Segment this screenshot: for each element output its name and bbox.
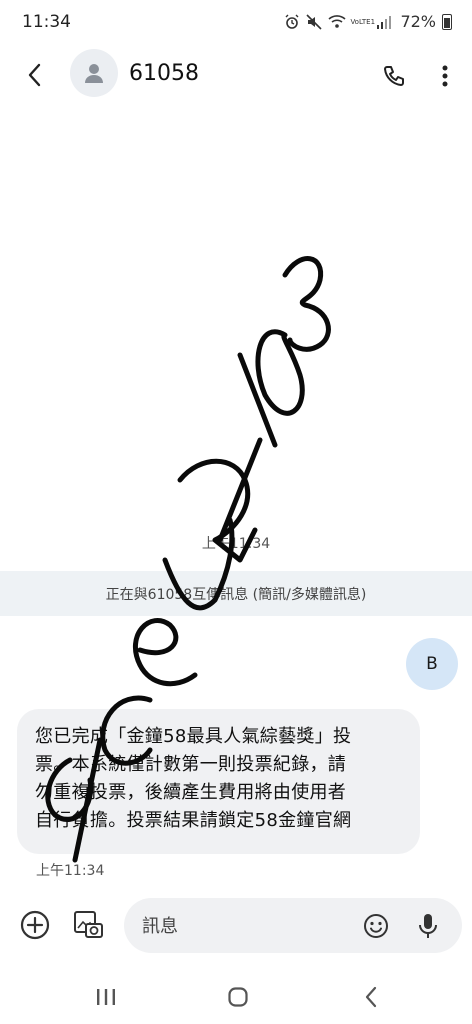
conversation-info-banner: 正在與61058互傳訊息 (簡訊/多媒體訊息) — [0, 571, 472, 616]
avatar[interactable] — [70, 49, 118, 97]
more-options-button[interactable] — [432, 60, 458, 92]
battery-percent: 72% — [400, 12, 436, 31]
home-button[interactable] — [224, 983, 252, 1011]
recent-apps-button[interactable] — [92, 983, 120, 1011]
nav-back-icon — [365, 986, 377, 1008]
alarm-icon — [284, 14, 300, 30]
message-input-box — [124, 898, 462, 953]
status-icons: VoLTE1 72% — [284, 12, 452, 31]
contact-name: 61058 — [129, 61, 199, 86]
add-circle-icon — [20, 910, 50, 940]
sent-message-text: B — [426, 654, 438, 674]
more-vert-icon — [442, 65, 448, 87]
call-button[interactable] — [378, 60, 410, 92]
status-time: 11:34 — [22, 12, 71, 32]
phone-icon — [384, 66, 404, 86]
received-message-time: 上午11:34 — [36, 863, 105, 879]
home-icon — [228, 987, 248, 1007]
status-bar: 11:34 VoLTE1 72% — [0, 0, 472, 44]
message-composer — [0, 895, 472, 955]
wifi-icon — [328, 14, 346, 30]
back-button[interactable] — [20, 60, 50, 90]
received-message-line: 勿重複投票，後續產生費用將由使用者 — [35, 782, 347, 803]
recent-apps-icon — [97, 989, 115, 1005]
nav-back-button[interactable] — [357, 983, 385, 1011]
mute-icon — [306, 13, 323, 30]
voice-input-button[interactable] — [412, 910, 444, 942]
conversation-header: 61058 — [0, 46, 472, 106]
system-navigation-bar — [0, 975, 472, 1020]
attach-button[interactable] — [19, 909, 51, 941]
emoji-button[interactable] — [360, 910, 392, 942]
volte-label: VoLTE1 — [350, 17, 376, 26]
gallery-camera-icon — [74, 911, 103, 938]
person-icon — [85, 64, 103, 83]
sent-message-bubble[interactable]: B — [406, 638, 458, 690]
received-message-text: 您已完成「金鐘58最具人氣綜藝獎」投 票。本系統僅計數第一則投票紀錄，請 勿重複… — [35, 723, 402, 835]
arrow-back-icon — [28, 63, 41, 87]
message-date-timestamp: 上午11:34 — [201, 536, 271, 552]
received-message-line: 自行負擔。投票結果請鎖定58金鐘官網 — [35, 810, 352, 831]
signal-icon — [376, 14, 392, 30]
battery-icon — [442, 13, 452, 30]
received-message-line: 票。本系統僅計數第一則投票紀錄，請 — [35, 754, 347, 775]
message-input[interactable] — [142, 913, 342, 939]
received-message-bubble[interactable]: 您已完成「金鐘58最具人氣綜藝獎」投 票。本系統僅計數第一則投票紀錄，請 勿重複… — [17, 709, 420, 854]
mic-icon — [419, 914, 437, 938]
emoji-icon — [364, 914, 388, 938]
gallery-camera-button[interactable] — [70, 907, 106, 943]
received-message-line: 您已完成「金鐘58最具人氣綜藝獎」投 — [35, 726, 352, 747]
